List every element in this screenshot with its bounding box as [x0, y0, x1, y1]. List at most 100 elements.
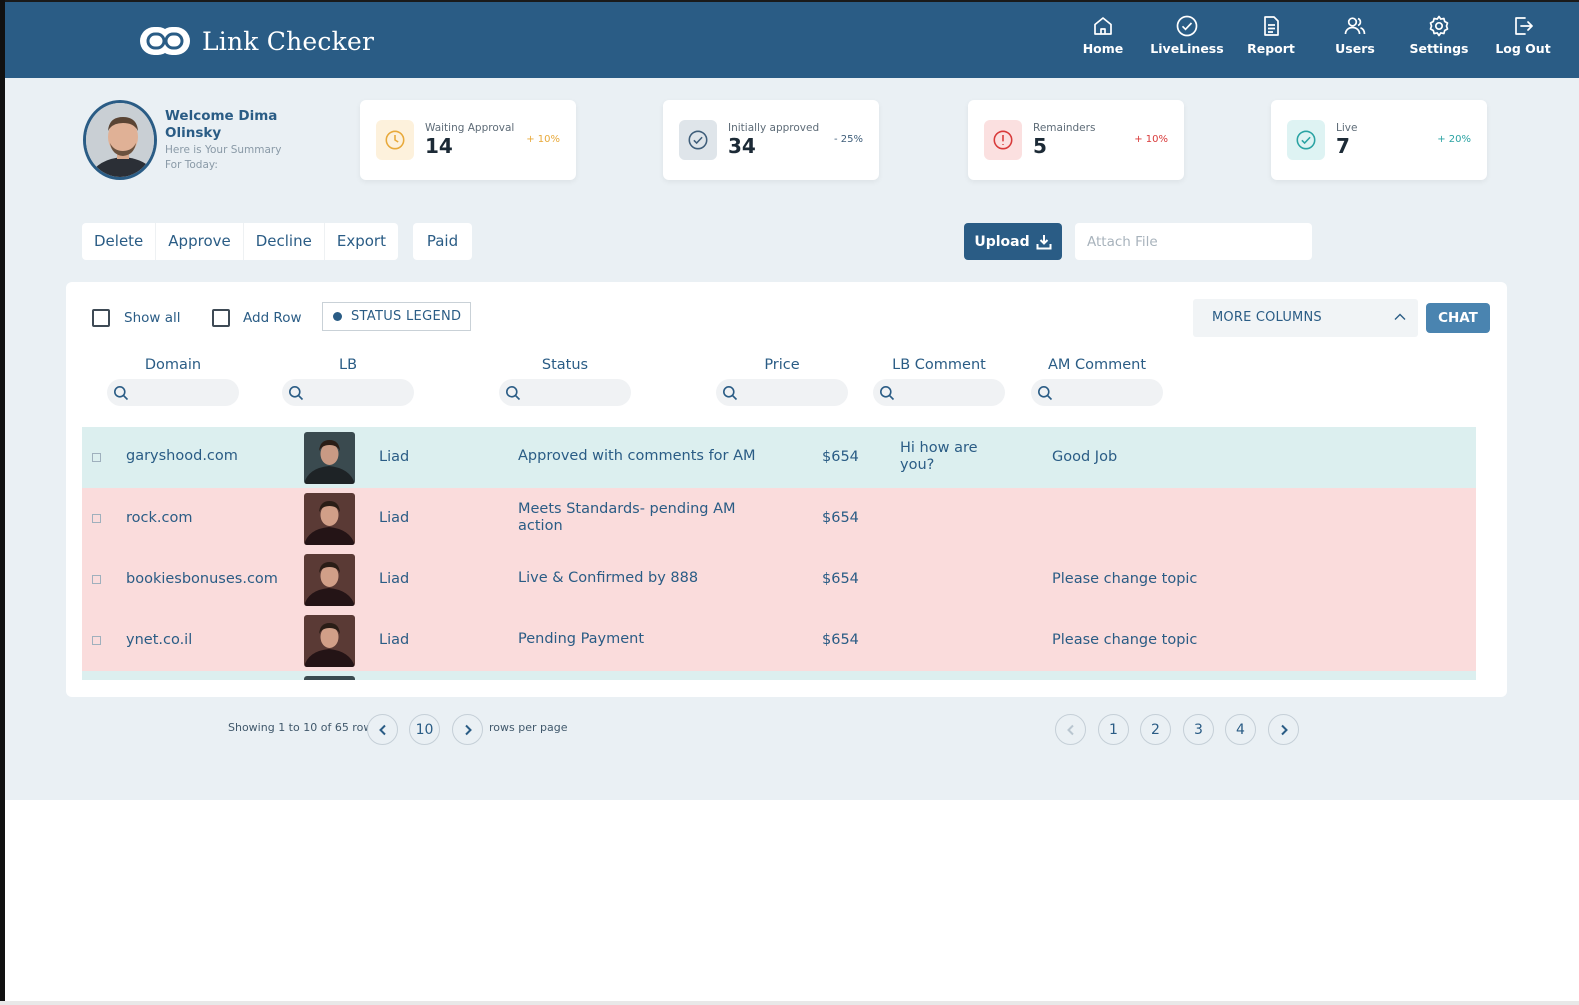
- nav-liveliness[interactable]: LiveLiness: [1145, 14, 1229, 56]
- attach-file-input[interactable]: [1075, 223, 1312, 260]
- approve-button[interactable]: Approve: [156, 223, 244, 260]
- previous-page-button[interactable]: [1055, 714, 1086, 745]
- lb-filter-input[interactable]: [282, 379, 414, 406]
- status-filter-input[interactable]: [499, 379, 631, 406]
- row-checkbox[interactable]: [92, 575, 101, 584]
- domain-cell[interactable]: ynet.co.il: [126, 632, 192, 649]
- lb-avatar: [304, 493, 355, 545]
- nav-users[interactable]: Users: [1313, 14, 1397, 56]
- table-row[interactable]: garyshood.com Liad Approved with comment…: [82, 427, 1476, 488]
- window-frame-bottom: [0, 1001, 1579, 1005]
- alert-circle-icon: [993, 130, 1013, 150]
- am-comment-cell: Please change topic: [1052, 632, 1198, 648]
- download-icon: [1036, 234, 1052, 249]
- upload-button[interactable]: Upload: [964, 223, 1062, 260]
- rows-per-page-decrease-button[interactable]: [367, 714, 398, 745]
- links-table-panel: Show all Add Row STATUS LEGEND MORE COLU…: [66, 282, 1507, 697]
- document-icon: [1264, 16, 1279, 36]
- nav-logout[interactable]: Log Out: [1481, 14, 1565, 56]
- user-avatar[interactable]: [83, 100, 157, 180]
- stat-value: 5: [1033, 134, 1047, 158]
- table-row[interactable]: rock.com Liad Meets Standards- pending A…: [82, 488, 1476, 549]
- column-header-lb-comment[interactable]: LB Comment: [873, 357, 1005, 373]
- lb-cell: Liad: [379, 449, 410, 465]
- table-row[interactable]: bookiesbonuses.com Liad Live & Confirmed…: [82, 549, 1476, 610]
- rows-per-page-increase-button[interactable]: [452, 714, 483, 745]
- chevron-right-icon: [1280, 724, 1288, 735]
- legend-dot-icon: [333, 312, 342, 321]
- lb-avatar: [304, 615, 355, 667]
- stat-card-remainders[interactable]: Remainders 5 + 10%: [968, 100, 1184, 180]
- app-logo[interactable]: Link Checker: [138, 24, 374, 58]
- price-filter-input[interactable]: [716, 379, 848, 406]
- stat-icon-box: [679, 120, 717, 160]
- more-columns-label: MORE COLUMNS: [1212, 310, 1322, 325]
- more-columns-dropdown[interactable]: MORE COLUMNS: [1193, 299, 1418, 337]
- user-avatar-image: [86, 103, 154, 177]
- nav-label-liveliness: LiveLiness: [1150, 41, 1224, 56]
- stat-label: Live: [1336, 122, 1358, 134]
- decline-button[interactable]: Decline: [244, 223, 325, 260]
- nav-report[interactable]: Report: [1229, 14, 1313, 56]
- stat-icon-box: [376, 120, 414, 160]
- table-row[interactable]: ynet.co.il Liad Pending Payment $654 Ple…: [82, 610, 1476, 671]
- upload-label: Upload: [974, 233, 1030, 250]
- nav-label-logout: Log Out: [1495, 41, 1551, 56]
- nav-home[interactable]: Home: [1061, 14, 1145, 56]
- stat-label: Initially approved: [728, 122, 820, 134]
- show-all-checkbox[interactable]: [92, 309, 110, 327]
- column-header-domain[interactable]: Domain: [107, 357, 239, 373]
- row-checkbox[interactable]: [92, 514, 101, 523]
- logout-icon: [1515, 17, 1533, 35]
- domain-cell[interactable]: bookiesbonuses.com: [126, 571, 278, 588]
- rows-per-page-value[interactable]: 10: [409, 714, 440, 745]
- page-button-1[interactable]: 1: [1098, 714, 1129, 745]
- lb-cell: Liad: [379, 571, 410, 587]
- column-header-lb[interactable]: LB: [282, 357, 414, 373]
- row-checkbox[interactable]: [92, 453, 101, 462]
- delete-button[interactable]: Delete: [82, 223, 157, 260]
- status-legend-button[interactable]: STATUS LEGEND: [322, 302, 471, 331]
- stat-value: 7: [1336, 134, 1350, 158]
- users-icon: [1344, 17, 1366, 35]
- paid-button[interactable]: Paid: [413, 223, 472, 260]
- main-nav: Home LiveLiness Report Users Settings Lo…: [1061, 14, 1565, 56]
- price-cell: $654: [822, 632, 859, 648]
- stat-change: + 10%: [526, 134, 560, 145]
- stat-card-live[interactable]: Live 7 + 20%: [1271, 100, 1487, 180]
- row-checkbox[interactable]: [92, 636, 101, 645]
- page-button-3[interactable]: 3: [1183, 714, 1214, 745]
- table-body: garyshood.com Liad Approved with comment…: [82, 427, 1476, 680]
- welcome-block: Welcome Dima Olinsky Here is Your Summar…: [83, 100, 295, 180]
- domain-cell[interactable]: rock.com: [126, 510, 192, 527]
- top-navbar: Link Checker Home LiveLiness Report User…: [5, 0, 1579, 78]
- check-circle-icon: [1176, 15, 1198, 37]
- page-button-4[interactable]: 4: [1225, 714, 1256, 745]
- stat-label: Waiting Approval: [425, 122, 515, 134]
- column-header-am-comment[interactable]: AM Comment: [1031, 357, 1163, 373]
- stat-card-initially-approved[interactable]: Initially approved 34 - 25%: [663, 100, 879, 180]
- lb-comment-filter-input[interactable]: [873, 379, 1005, 406]
- status-cell: Live & Confirmed by 888: [518, 570, 699, 586]
- column-header-price[interactable]: Price: [716, 357, 848, 373]
- column-header-status[interactable]: Status: [499, 357, 631, 373]
- export-button[interactable]: Export: [325, 223, 398, 260]
- chevron-right-icon: [464, 724, 472, 735]
- next-page-button[interactable]: [1268, 714, 1299, 745]
- stat-change: + 10%: [1134, 134, 1168, 145]
- stat-card-waiting-approval[interactable]: Waiting Approval 14 + 10%: [360, 100, 576, 180]
- add-row-label: Add Row: [243, 310, 302, 326]
- welcome-title: Welcome Dima Olinsky: [165, 108, 278, 141]
- chat-button[interactable]: CHAT: [1426, 303, 1490, 333]
- domain-cell[interactable]: garyshood.com: [126, 448, 238, 465]
- page-button-2[interactable]: 2: [1140, 714, 1171, 745]
- price-cell: $654: [822, 449, 859, 465]
- add-row-checkbox[interactable]: [212, 309, 230, 327]
- am-comment-filter-input[interactable]: [1031, 379, 1163, 406]
- showing-rows-text: Showing 1 to 10 of 65 rows: [228, 721, 379, 734]
- nav-settings[interactable]: Settings: [1397, 14, 1481, 56]
- chevron-left-icon: [378, 724, 386, 735]
- stat-value: 34: [728, 134, 756, 158]
- domain-filter-input[interactable]: [107, 379, 239, 406]
- table-row[interactable]: [82, 671, 1476, 680]
